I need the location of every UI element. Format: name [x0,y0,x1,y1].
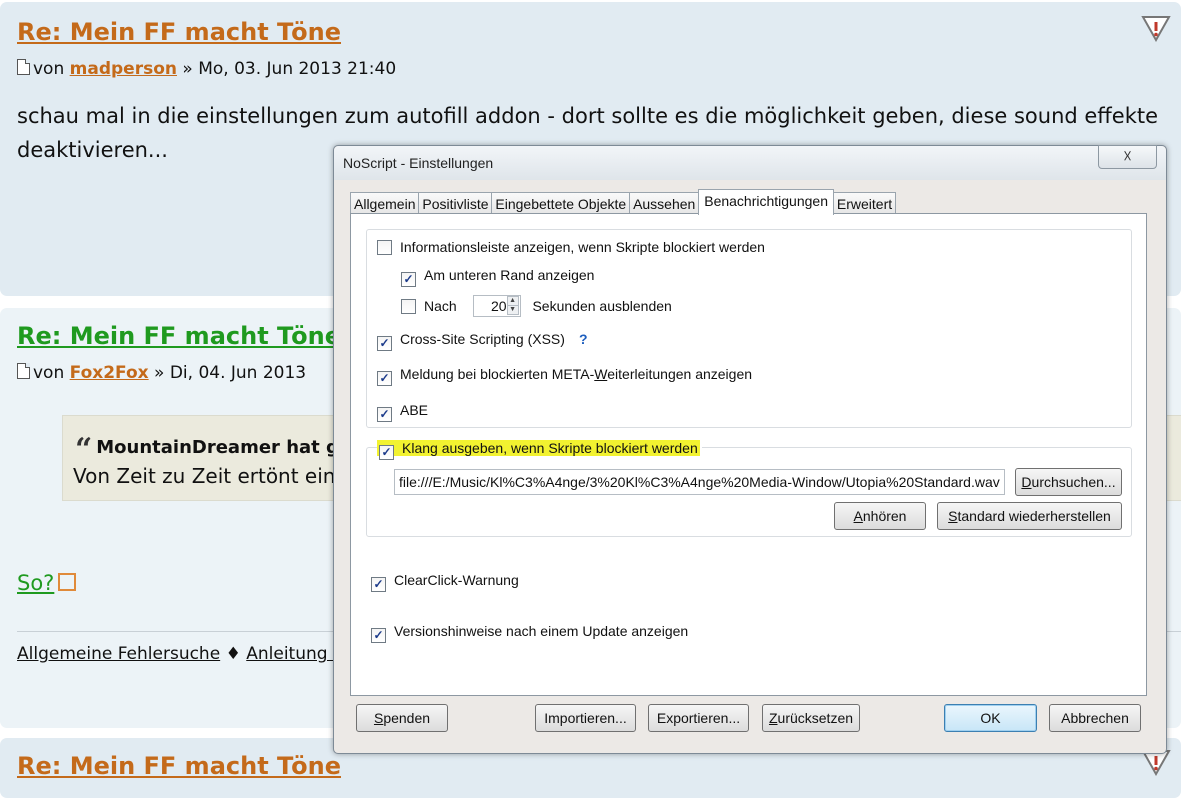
notifications-panel: Informationsleiste anzeigen, wenn Skript… [350,213,1147,696]
clearclick-checkbox[interactable]: ✓ [371,577,386,592]
option-version-notes[interactable]: ✓ Versionshinweise nach einem Update anze… [371,623,688,643]
export-button[interactable]: Exportieren... [648,704,749,732]
ok-button[interactable]: OK [944,704,1037,732]
post-title-link[interactable]: Re: Mein FF macht Töne [17,752,341,780]
sound-checkbox[interactable]: ✓ [379,445,394,460]
author-link[interactable]: Fox2Fox [70,363,149,383]
footer-link-troubleshooting[interactable]: Allgemeine Fehlersuche [17,644,220,664]
tab-eingebettete-objekte[interactable]: Eingebettete Objekte [491,192,631,214]
quote-text: Von Zeit zu Zeit ertönt ein [73,464,336,488]
tab-positivliste[interactable]: Positivliste [418,192,493,214]
import-button[interactable]: Importieren... [535,704,636,732]
infobar-checkbox[interactable] [377,240,392,255]
donate-button[interactable]: Spenden [356,704,448,732]
infobar-group [366,229,1132,428]
quote-header: “MountainDreamer hat g [75,432,339,467]
version-notes-checkbox[interactable]: ✓ [371,628,386,643]
option-meta-redirect[interactable]: ✓ Meldung bei blockierten META-Weiterleit… [377,366,752,386]
tab-erweitert[interactable]: Erweitert [832,192,897,214]
post-title-link[interactable]: Re: Mein FF macht Töne [17,18,341,46]
xss-help-link[interactable]: ? [579,331,588,347]
tab-allgemein[interactable]: Allgemein [350,192,420,214]
option-sound[interactable]: ✓ Klang ausgeben, wenn Skripte blockiert … [377,440,702,460]
option-xss[interactable]: ✓ Cross-Site Scripting (XSS)? [377,331,588,351]
post-title-link[interactable]: Re: Mein FF macht Töne [17,322,341,350]
external-link-icon [58,573,77,591]
option-hide-after[interactable]: Nach 20 ▲ ▼ Sekunden ausblenden [401,295,672,317]
spinner-down-icon[interactable]: ▼ [506,305,519,315]
so-link[interactable]: So? [17,571,77,595]
tab-bar: Allgemein Positivliste Eingebettete Obje… [350,189,897,215]
sound-path-field[interactable]: file:///E:/Music/Kl%C3%A4nge/3%20Kl%C3%A… [394,469,1005,495]
option-abe[interactable]: ✓ ABE [377,402,428,422]
close-button[interactable]: ☓ [1098,145,1157,169]
post-meta: von madperson » Mo, 03. Jun 2013 21:40 [17,59,396,79]
report-warning-icon[interactable] [1141,14,1171,42]
tab-benachrichtigungen[interactable]: Benachrichtigungen [698,189,834,215]
dialog-titlebar: NoScript - Einstellungen ☓ [334,145,1166,180]
post-body-line1: schau mal in die einstellungen zum autof… [17,104,1159,128]
option-clearclick[interactable]: ✓ ClearClick-Warnung [371,572,519,592]
listen-button[interactable]: Anhören [834,502,926,530]
browse-button[interactable]: Durchsuchen... [1015,468,1122,496]
post-document-icon [17,59,30,75]
post-document-icon [17,363,30,379]
restore-default-button[interactable]: Standard wiederherstellen [937,502,1122,530]
xss-checkbox[interactable]: ✓ [377,336,392,351]
cancel-button[interactable]: Abbrechen [1049,704,1141,732]
close-icon: ☓ [1122,147,1133,166]
post-meta: von Fox2Fox » Di, 04. Jun 2013 [17,363,306,383]
meta-redirect-checkbox[interactable]: ✓ [377,371,392,386]
tab-aussehen[interactable]: Aussehen [629,192,700,214]
option-infobar[interactable]: Informationsleiste anzeigen, wenn Skript… [377,239,765,255]
hide-after-checkbox[interactable] [401,299,416,314]
noscript-settings-dialog: NoScript - Einstellungen ☓ Allgemein Pos… [333,145,1167,754]
reset-button[interactable]: Zurücksetzen [762,704,860,732]
quote-mark-icon: “ [75,432,93,467]
abe-checkbox[interactable]: ✓ [377,407,392,422]
seconds-spinner[interactable]: 20 ▲ ▼ [472,295,521,317]
post-body-line2: deaktivieren... [17,138,168,162]
sound-highlight: ✓ Klang ausgeben, wenn Skripte blockiert … [377,440,700,460]
option-bottom[interactable]: ✓ Am unteren Rand anzeigen [401,267,594,287]
footer-links: Allgemeine Fehlersuche ♦ Anleitung fü [17,644,350,664]
bottom-checkbox[interactable]: ✓ [401,272,416,287]
dialog-title: NoScript - Einstellungen [343,155,494,171]
author-link[interactable]: madperson [70,59,177,79]
